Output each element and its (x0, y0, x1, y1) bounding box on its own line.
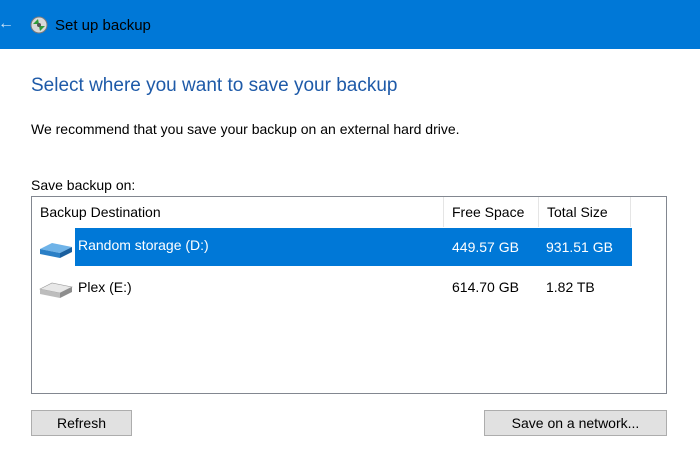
total-size-value: 931.51 GB (546, 239, 613, 255)
back-arrow-icon[interactable]: ← (0, 14, 14, 34)
column-header-total-size[interactable]: Total Size (539, 197, 631, 227)
title-bar: ← Set up backup (0, 0, 700, 49)
window-title: Set up backup (55, 17, 151, 34)
free-space-value: 449.57 GB (452, 239, 519, 255)
total-size-value: 1.82 TB (546, 279, 595, 295)
refresh-button[interactable]: Refresh (31, 410, 132, 436)
table-row[interactable]: Random storage (D:) 449.57 GB 931.51 GB (32, 228, 632, 266)
save-on-label: Save backup on: (31, 177, 136, 193)
page-heading: Select where you want to save your backu… (31, 75, 398, 96)
table-row[interactable]: Plex (E:) 614.70 GB 1.82 TB (32, 268, 632, 306)
drive-blue-icon (40, 243, 72, 258)
recommendation-text: We recommend that you save your backup o… (31, 121, 460, 137)
free-space-value: 614.70 GB (452, 279, 519, 295)
drive-gray-icon (39, 282, 73, 298)
backup-destination-list[interactable]: Backup Destination Free Space Total Size… (31, 196, 667, 394)
backup-app-icon (30, 16, 48, 34)
save-on-network-button[interactable]: Save on a network... (484, 410, 667, 436)
destination-name: Random storage (D:) (78, 237, 209, 253)
column-header-destination[interactable]: Backup Destination (32, 197, 444, 227)
column-header-free-space[interactable]: Free Space (444, 197, 539, 227)
destination-name: Plex (E:) (78, 279, 132, 295)
